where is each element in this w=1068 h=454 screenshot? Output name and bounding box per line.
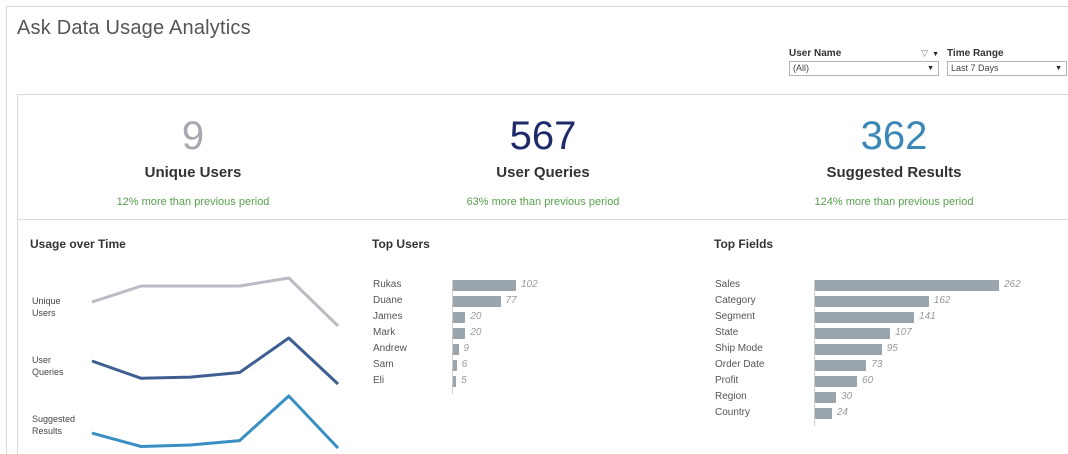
bar-category-label: Rukas (373, 279, 402, 290)
bar[interactable] (453, 376, 457, 387)
bar-category-label: Profit (715, 375, 739, 386)
bar-value-label: 141 (919, 311, 936, 322)
bar[interactable] (815, 376, 858, 387)
bar-value-label: 24 (836, 407, 848, 418)
bar-value-label: 102 (521, 279, 538, 290)
bar-category-label: Segment (715, 311, 756, 322)
usage-line-svg (91, 276, 340, 450)
bar[interactable] (815, 296, 929, 307)
usage-series-line (91, 276, 340, 328)
bar[interactable] (815, 280, 999, 291)
bar[interactable] (453, 296, 501, 307)
bar-value-label: 20 (470, 311, 482, 322)
bar-value-label: 107 (895, 327, 912, 338)
bar-value-label: 73 (871, 359, 883, 370)
bar-value-label: 162 (933, 295, 951, 306)
bar-category-label: James (373, 311, 403, 322)
bar-category-label: Andrew (373, 343, 407, 354)
bar[interactable] (815, 344, 882, 355)
bar[interactable] (815, 328, 891, 339)
bar-category-label: Ship Mode (715, 343, 763, 354)
bar[interactable] (815, 312, 915, 323)
bar-category-label: Sales (715, 279, 741, 290)
bar-category-label: Mark (373, 327, 396, 338)
bar-category-label: Order Date (715, 359, 765, 370)
bar-value-label: 60 (862, 375, 874, 386)
bar[interactable] (453, 344, 459, 355)
bar-category-label: Country (715, 407, 751, 418)
bar[interactable] (453, 360, 457, 371)
bar[interactable] (815, 392, 837, 403)
bar[interactable] (815, 408, 832, 419)
bar[interactable] (453, 328, 466, 339)
bar-value-label: 9 (463, 343, 470, 354)
bar-category-label: Category (715, 295, 756, 306)
bar-value-label: 20 (470, 327, 482, 338)
bar-value-label: 262 (1004, 279, 1021, 290)
usage-series-line (91, 394, 340, 450)
bar-value-label: 5 (461, 375, 467, 386)
bar[interactable] (815, 360, 867, 371)
bar-category-label: State (715, 327, 739, 338)
usage-series-line (91, 336, 340, 386)
bar-value-label: 95 (886, 343, 898, 354)
bar-value-label: 6 (461, 359, 468, 370)
bar[interactable] (453, 280, 516, 291)
bar-category-label: Eli (373, 375, 385, 386)
bar-value-label: 30 (841, 391, 853, 402)
bar-category-label: Duane (373, 295, 403, 306)
bar-value-label: 77 (505, 295, 517, 306)
bar-category-label: Region (715, 391, 747, 402)
bar-category-label: Sam (373, 359, 394, 370)
bar[interactable] (453, 312, 466, 323)
